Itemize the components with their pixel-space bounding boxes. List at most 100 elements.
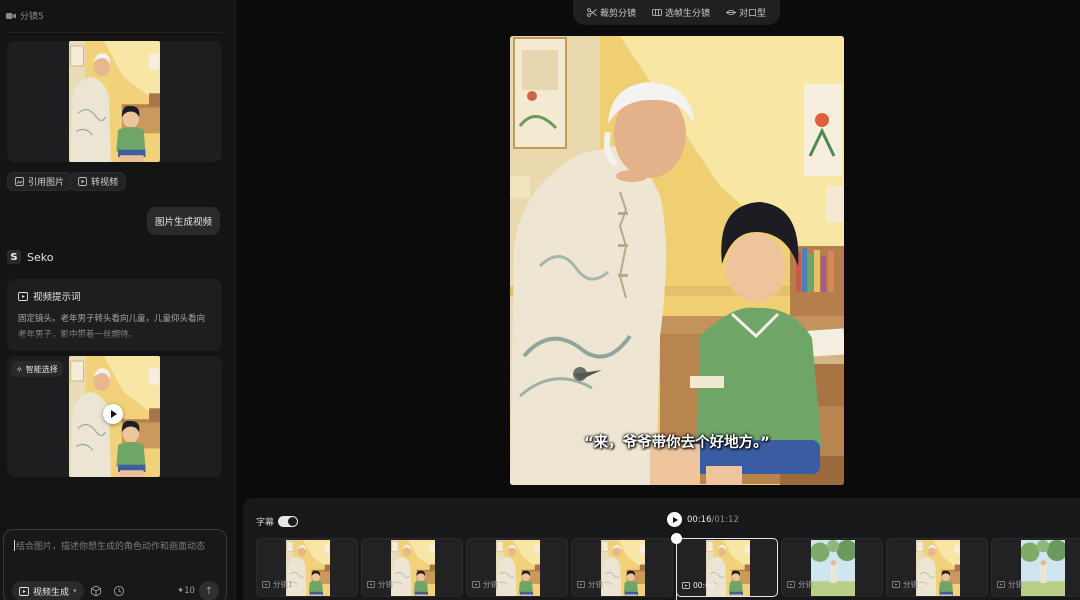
subtitle-toggle[interactable] (278, 516, 299, 527)
to-video-label: 转视频 (91, 178, 119, 188)
user-message: 图片生成视频 (146, 207, 220, 235)
clip-label-text: 分镜 (588, 580, 603, 589)
clip-label: 分镜 (997, 579, 1023, 590)
timeline-clip[interactable]: 分镜 (571, 538, 673, 597)
current-time: 00:16 (687, 514, 712, 525)
lip-sync-label: 对口型 (738, 9, 766, 19)
text-caret (14, 540, 15, 551)
timeline-panel: 字幕 00:16/01:12 分镜1 分镜 分镜 分镜 00:05 分镜 分镜 分镜 (243, 498, 1080, 600)
play-icon[interactable] (103, 404, 123, 424)
smart-select-label: 智能选择 (25, 364, 58, 374)
video-icon (682, 582, 690, 589)
clip-label: 分镜1 (262, 579, 293, 590)
timeline-clip[interactable]: 分镜1 (256, 538, 358, 597)
subtitle-toggle-label: 字幕 (256, 518, 275, 528)
play-button[interactable] (667, 512, 682, 527)
quote-image-label: 引用图片 (28, 178, 65, 188)
chevron-down-icon: ▾ (73, 587, 77, 595)
video-icon (997, 581, 1005, 588)
prompt-text: 固定镜头。老年男子转头看向儿童，儿童仰头看向老年男子，影中带着一丝期待。 (18, 314, 206, 340)
divider (6, 32, 221, 33)
shot-header: 分镜5 (6, 9, 44, 22)
clip-thumbnail (496, 540, 540, 597)
clip-label-text: 分镜1 (273, 580, 293, 589)
clip-thumbnail (1021, 540, 1065, 597)
timeline-clip[interactable]: 分镜 (781, 538, 883, 597)
prompt-input-box[interactable]: 结合图片，描述你想生成的角色动作和画面动态 视频生成 ▾ ✦10 ↑ (3, 529, 227, 600)
video-icon (472, 581, 480, 588)
prompt-title: 视频提示词 (18, 289, 211, 303)
preview-toolbar: 裁剪分镜 选帧生分镜 对口型 (573, 0, 780, 25)
prompt-title-label: 视频提示词 (33, 292, 81, 303)
arrow-up-icon: ↑ (204, 585, 214, 597)
timeline-clip[interactable]: 分镜 (361, 538, 463, 597)
video-icon (18, 292, 28, 301)
cube-icon[interactable] (90, 585, 102, 597)
smart-select-badge[interactable]: ✧ 智能选择 (11, 361, 63, 377)
assistant-header: S Seko (7, 250, 53, 264)
clip-label-text: 分镜 (903, 580, 918, 589)
generated-image-card[interactable] (7, 41, 222, 162)
clip-label: 00:05 (682, 581, 715, 590)
camera-icon (6, 12, 16, 19)
clip-thumbnail (391, 540, 435, 597)
assistant-name: Seko (27, 250, 54, 264)
clip-label-text: 分镜 (378, 580, 393, 589)
crop-shot-label: 裁剪分镜 (599, 9, 636, 19)
frame-to-shot-label: 选帧生分镜 (664, 9, 710, 19)
video-prompt-card[interactable]: 视频提示词 固定镜头。老年男子转头看向儿童，儿童仰头看向老年男子，影中带着一丝期… (7, 279, 222, 351)
subtitle-caption: “来，爷爷带你去个好地方。” (584, 435, 770, 451)
chat-panel: 分镜5 引用图片 转视频 图片生成视频 S Seko 视频提示词 固定镜头。老年… (0, 0, 236, 600)
send-button[interactable]: ↑ (199, 581, 219, 600)
frame-to-shot-button[interactable]: 选帧生分镜 (652, 6, 710, 19)
clip-label: 分镜 (787, 579, 813, 590)
timeline-clip[interactable]: 分镜 (466, 538, 568, 597)
timeline-clip[interactable]: 分镜 (991, 538, 1080, 597)
clip-track: 分镜1 分镜 分镜 分镜 00:05 分镜 分镜 分镜 (256, 538, 1080, 597)
crop-shot-button[interactable]: 裁剪分镜 (587, 6, 636, 19)
frames-icon (652, 9, 662, 16)
clip-label: 分镜 (892, 579, 918, 590)
video-icon (262, 581, 270, 588)
image-quote-icon (15, 177, 24, 186)
subtitle-toggle-row: 字幕 (256, 515, 299, 528)
shot-header-label: 分镜5 (20, 12, 44, 22)
clip-label-text: 00:05 (693, 581, 715, 590)
scissors-icon (587, 8, 597, 17)
lip-sync-button[interactable]: 对口型 (725, 6, 766, 19)
credits-value: 10 (184, 586, 195, 596)
timeline-clip[interactable]: 分镜 (886, 538, 988, 597)
clip-label: 分镜 (472, 579, 498, 590)
to-video-button[interactable]: 转视频 (70, 172, 127, 191)
video-convert-icon (78, 177, 87, 186)
quote-image-button[interactable]: 引用图片 (7, 172, 73, 191)
preview-image[interactable]: “来，爷爷带你去个好地方。” (510, 36, 844, 485)
seko-logo-icon: S (7, 250, 21, 264)
video-mode-icon (19, 587, 29, 596)
clip-label: 分镜 (367, 579, 393, 590)
video-icon (787, 581, 795, 588)
clip-label-text: 分镜 (483, 580, 498, 589)
mode-label: 视频生成 (33, 587, 70, 598)
prompt-input-placeholder: 结合图片，描述你想生成的角色动作和画面动态 (16, 542, 206, 552)
clip-label: 分镜 (577, 579, 603, 590)
video-icon (577, 581, 585, 588)
clip-label-text: 分镜 (798, 580, 813, 589)
clip-thumbnail (601, 540, 645, 597)
playhead-handle[interactable] (671, 533, 682, 600)
video-icon (367, 581, 375, 588)
playback-controls: 00:16/01:12 (667, 512, 739, 527)
credits-counter: ✦10 (177, 586, 195, 596)
prompt-input[interactable]: 结合图片，描述你想生成的角色动作和画面动态 (14, 539, 205, 552)
sparkle-icon: ✧ (16, 364, 23, 374)
timeline-clip[interactable]: 00:05 (676, 538, 778, 597)
total-time: 01:12 (714, 514, 739, 525)
clock-icon[interactable] (113, 585, 125, 597)
video-icon (892, 581, 900, 588)
preview-illustration (510, 36, 844, 485)
lips-icon (725, 10, 736, 15)
generated-image[interactable] (69, 41, 160, 162)
clip-label-text: 分镜 (1008, 580, 1023, 589)
generated-video-card[interactable]: ✧ 智能选择 (7, 356, 222, 477)
generation-mode-dropdown[interactable]: 视频生成 ▾ (12, 581, 84, 600)
